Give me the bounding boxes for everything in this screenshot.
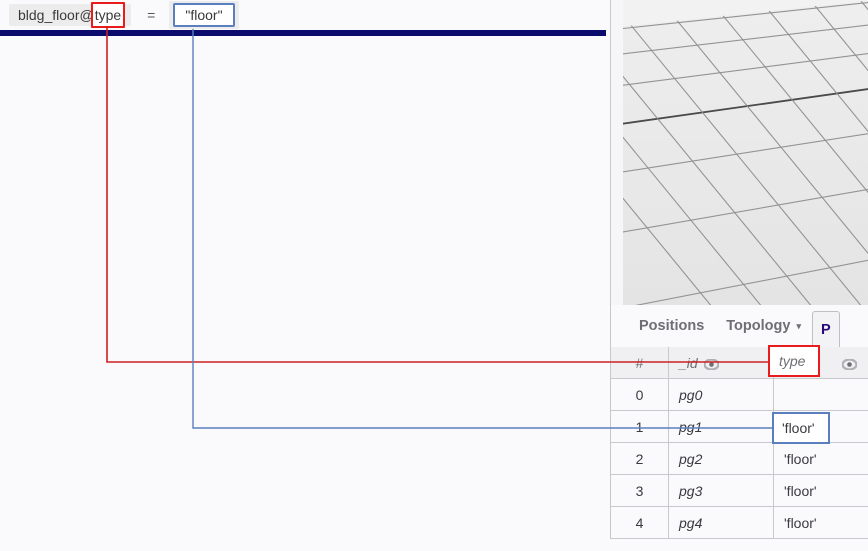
table-row[interactable]: 0 pg0 [611,379,868,411]
table-row[interactable]: 3 pg3 'floor' [611,475,868,507]
table-row[interactable]: 4 pg4 'floor' [611,507,868,539]
tab-topology[interactable]: Topology ▾ [715,305,812,347]
cell-type[interactable]: 'floor' [774,443,868,475]
cell-type[interactable]: 'floor' [774,475,868,507]
table-row[interactable]: 2 pg2 'floor' [611,443,868,475]
tab-properties[interactable]: P [811,311,840,347]
table-tab-bar: Positions Topology ▾ P [610,305,868,347]
left-panel: bldg_floor@ type = "floor" type [0,0,610,551]
table-header-row: # _id type [611,347,868,379]
attribute-prefix-text: bldg_floor@ [18,7,94,23]
attribute-value-field[interactable]: "floor" [173,3,235,27]
cell-index: 0 [611,379,669,411]
cell-id: pg1 [669,411,774,443]
right-panel: Positions Topology ▾ P # _id 0 pg0 1 pg1… [610,0,868,551]
eye-icon[interactable] [841,357,859,371]
tab-positions-label: Positions [639,318,705,334]
tab-positions[interactable]: Positions [611,305,715,347]
cell-type[interactable] [774,379,868,411]
cell-type[interactable]: 'floor' [774,507,868,539]
column-header-id[interactable]: _id [669,347,774,379]
tab-properties-label: P [820,321,831,338]
column-header-index-label: # [635,354,644,371]
application-window: bldg_floor@ type = "floor" type [0,0,868,551]
eye-icon[interactable] [703,357,720,371]
cell-id: pg2 [669,443,774,475]
cell-index: 1 [611,411,669,443]
tab-topology-label: Topology [726,318,791,334]
cell-index: 2 [611,443,669,475]
grid-floor-graphic [611,0,868,305]
chevron-down-icon: ▾ [796,320,801,331]
cell-id: pg0 [669,379,774,411]
cell-id: pg3 [669,475,774,507]
type-column-highlight: type [768,345,820,377]
equals-sign: = [147,7,156,23]
attribute-type-highlight: type [90,2,126,28]
column-header-id-label: _id [679,354,698,371]
cell-id: pg4 [669,507,774,539]
type-cell-highlight: 'floor' [772,412,830,444]
column-header-index[interactable]: # [611,347,669,379]
work-area[interactable] [0,36,610,551]
attribute-value-wrapper: "floor" [169,1,239,29]
viewport-3d[interactable] [610,0,868,305]
cell-index: 4 [611,507,669,539]
cell-index: 3 [611,475,669,507]
